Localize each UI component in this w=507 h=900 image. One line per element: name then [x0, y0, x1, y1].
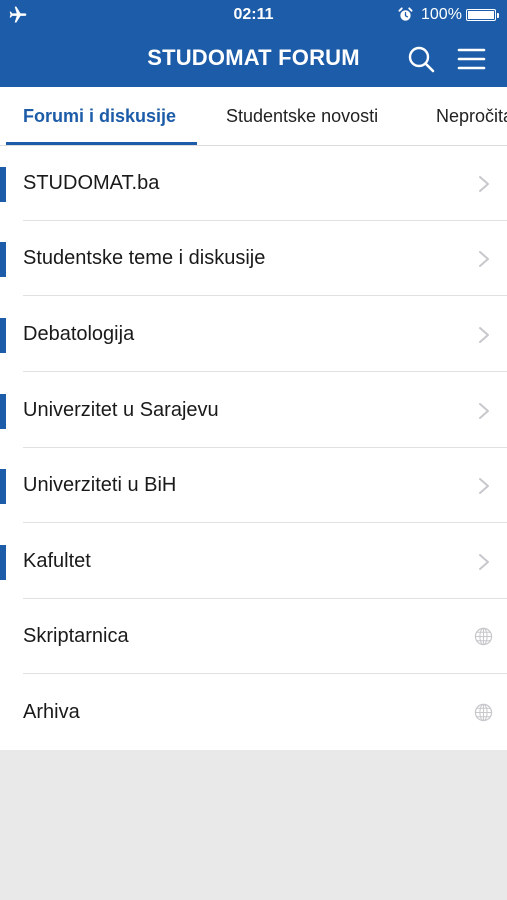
globe-icon: [474, 703, 493, 722]
list-item-arhiva[interactable]: Arhiva: [0, 675, 507, 750]
battery-percentage: 100%: [421, 6, 462, 23]
list-divider: [23, 673, 507, 674]
chevron-right-icon: [479, 176, 489, 192]
list-item-label: STUDOMAT.ba: [23, 172, 160, 194]
list-item-label: Debatologija: [23, 323, 135, 345]
alarm-icon: [398, 7, 413, 21]
list-divider: [23, 371, 507, 372]
list-item-studomat-ba[interactable]: STUDOMAT.ba: [0, 146, 507, 221]
list-item-label: Skriptarnica: [23, 625, 129, 647]
list-item-accent: [0, 394, 6, 429]
list-item-kafultet[interactable]: Kafultet: [0, 524, 507, 599]
tab-bar: Forumi i diskusije Studentske novosti Ne…: [0, 87, 507, 146]
list-item-label: Kafultet: [23, 550, 91, 572]
list-item-univerziteti-u-bih[interactable]: Univerziteti u BiH: [0, 448, 507, 523]
chevron-right-icon: [479, 478, 489, 494]
list-divider: [23, 522, 507, 523]
tab-label: Studentske novosti: [226, 106, 379, 126]
battery-icon: [466, 9, 496, 21]
app-header: STUDOMAT FORUM: [0, 30, 507, 87]
list-item-accent: [0, 167, 6, 202]
menu-button[interactable]: [455, 42, 489, 76]
list-divider: [23, 295, 507, 296]
chevron-right-icon: [479, 403, 489, 419]
chevron-right-icon: [479, 251, 489, 267]
tab-label: Nepročitano: [436, 106, 507, 126]
tab-forumi-i-diskusije[interactable]: Forumi i diskusije: [6, 87, 198, 145]
list-item-label: Univerzitet u Sarajevu: [23, 399, 219, 421]
tab-studentske-novosti[interactable]: Studentske novosti: [226, 87, 378, 145]
list-item-univerzitet-u-sarajevu[interactable]: Univerzitet u Sarajevu: [0, 373, 507, 448]
search-icon: [408, 46, 435, 73]
tab-neprocitano[interactable]: Nepročitano: [436, 87, 507, 145]
list-item-studentske-teme[interactable]: Studentske teme i diskusije: [0, 221, 507, 296]
list-item-label: Studentske teme i diskusije: [23, 247, 266, 269]
list-item-accent: [0, 318, 6, 353]
active-tab-indicator: [6, 142, 198, 145]
forum-list: STUDOMAT.ba Studentske teme i diskusije …: [0, 146, 507, 750]
list-item-accent: [0, 242, 6, 277]
search-button[interactable]: [404, 42, 438, 76]
list-item-debatologija[interactable]: Debatologija: [0, 297, 507, 372]
tab-label: Forumi i diskusije: [23, 106, 177, 126]
chevron-right-icon: [479, 554, 489, 570]
chevron-right-icon: [479, 327, 489, 343]
battery-cap: [497, 13, 499, 18]
list-item-accent: [0, 545, 6, 580]
list-item-skriptarnica[interactable]: Skriptarnica: [0, 599, 507, 674]
menu-icon: [457, 48, 486, 70]
globe-icon: [474, 627, 493, 646]
list-item-label: Arhiva: [23, 701, 80, 723]
status-bar: 02:11 100%: [0, 0, 507, 30]
list-item-accent: [0, 469, 6, 504]
list-item-label: Univerziteti u BiH: [23, 474, 177, 496]
